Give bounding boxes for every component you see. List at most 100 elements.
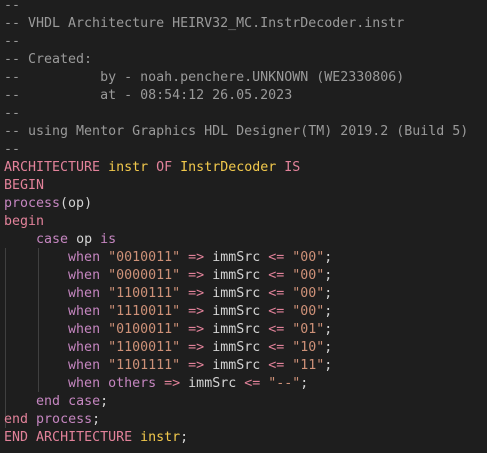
ident-token: instr [140, 430, 181, 445]
kw-purple-token: end [36, 394, 61, 409]
string-token: "00" [292, 250, 325, 265]
code-line[interactable]: -- at - 08:54:12 26.05.2023 [4, 87, 292, 105]
string-token: "0010011" [108, 250, 181, 265]
string-token: "1100011" [108, 340, 181, 355]
code-line[interactable]: -- by - noah.penchere.UNKNOWN (WE2330806… [4, 69, 404, 87]
operator-token: => [188, 268, 205, 283]
kw-pink-token: END [4, 430, 29, 445]
kw-pink-token: BEGIN [4, 178, 45, 193]
plain-token: ; [324, 268, 333, 283]
code-line[interactable]: when "0000011" => immSrc <= "00"; [4, 267, 332, 285]
code-line[interactable]: ARCHITECTURE instr OF InstrDecoder IS [4, 159, 300, 177]
code-line[interactable]: -- [4, 0, 20, 15]
kw-purple-token: when [68, 358, 101, 373]
ident-token: instr [108, 160, 149, 175]
code-line[interactable]: when "0100011" => immSrc <= "01"; [4, 321, 332, 339]
string-token: "1110011" [108, 304, 181, 319]
comment-token: -- [4, 142, 21, 157]
operator-token: => [188, 250, 205, 265]
operator-token: <= [268, 286, 285, 301]
comment-token: -- by - noah.penchere.UNKNOWN (WE2330806… [4, 70, 405, 85]
kw-purple-token: when [68, 268, 101, 283]
kw-purple-token: when [68, 250, 101, 265]
plain-token: immSrc [204, 286, 269, 301]
kw-pink-token: ARCHITECTURE [36, 430, 133, 445]
operator-token: <= [268, 250, 285, 265]
code-line[interactable]: -- VHDL Architecture HEIRV32_MC.InstrDec… [4, 15, 404, 33]
plain-token: immSrc [204, 304, 269, 319]
code-line[interactable]: when "1100011" => immSrc <= "10"; [4, 339, 332, 357]
code-line[interactable]: end case; [4, 393, 108, 411]
operator-token: <= [268, 322, 285, 337]
code-line[interactable]: BEGIN [4, 177, 44, 195]
plain-token: immSrc [180, 376, 245, 391]
code-line[interactable]: case op is [4, 231, 116, 249]
plain-token: ; [180, 430, 189, 445]
plain-token: immSrc [204, 250, 269, 265]
plain-token: ; [92, 412, 101, 427]
plain-token: immSrc [204, 340, 269, 355]
kw-purple-token: when [68, 286, 101, 301]
code-line[interactable]: -- using Mentor Graphics HDL Designer(TM… [4, 123, 468, 141]
string-token: "01" [292, 322, 325, 337]
code-line[interactable]: -- [4, 33, 20, 51]
code-line[interactable]: when "1110011" => immSrc <= "00"; [4, 303, 332, 321]
plain-token: op [68, 232, 101, 247]
code-line[interactable]: process(op) [4, 195, 92, 213]
code-line[interactable]: when others => immSrc <= "--"; [4, 375, 308, 393]
kw-purple-token: when [68, 322, 101, 337]
code-line[interactable]: -- [4, 105, 20, 123]
code-line[interactable]: when "1100111" => immSrc <= "00"; [4, 285, 332, 303]
code-line[interactable]: END ARCHITECTURE instr; [4, 429, 188, 447]
string-token: "1100111" [108, 286, 181, 301]
plain-token: ; [324, 250, 333, 265]
comment-token: -- at - 08:54:12 26.05.2023 [4, 88, 293, 103]
plain-token: ; [324, 304, 333, 319]
code-editor[interactable]: -- -- VHDL Architecture HEIRV32_MC.InstrD… [0, 0, 487, 453]
kw-purple-token: is [100, 232, 117, 247]
code-line[interactable]: -- [4, 141, 20, 159]
kw-purple-token: when [68, 304, 101, 319]
code-line[interactable]: begin [4, 213, 44, 231]
operator-token: <= [268, 358, 285, 373]
plain-token: ; [324, 358, 333, 373]
kw-pink-token: ARCHITECTURE [4, 160, 101, 175]
string-token: "00" [292, 268, 325, 283]
plain-token: ; [300, 376, 309, 391]
plain-token: ; [100, 394, 109, 409]
plain-token: ; [324, 322, 333, 337]
code-line[interactable]: end process; [4, 411, 100, 429]
code-line[interactable]: when "1101111" => immSrc <= "11"; [4, 357, 332, 375]
comment-token: -- Created: [4, 52, 93, 67]
comment-token: -- [4, 34, 21, 49]
kw-purple-token: case [36, 232, 69, 247]
operator-token: <= [244, 376, 261, 391]
code-line[interactable]: when "0010011" => immSrc <= "00"; [4, 249, 332, 267]
kw-purple-token: when [68, 340, 101, 355]
ident-token: InstrDecoder [180, 160, 277, 175]
plain-token: (op) [60, 196, 93, 211]
operator-token: <= [268, 268, 285, 283]
operator-token: <= [268, 304, 285, 319]
code-line[interactable]: -- Created: [4, 51, 92, 69]
